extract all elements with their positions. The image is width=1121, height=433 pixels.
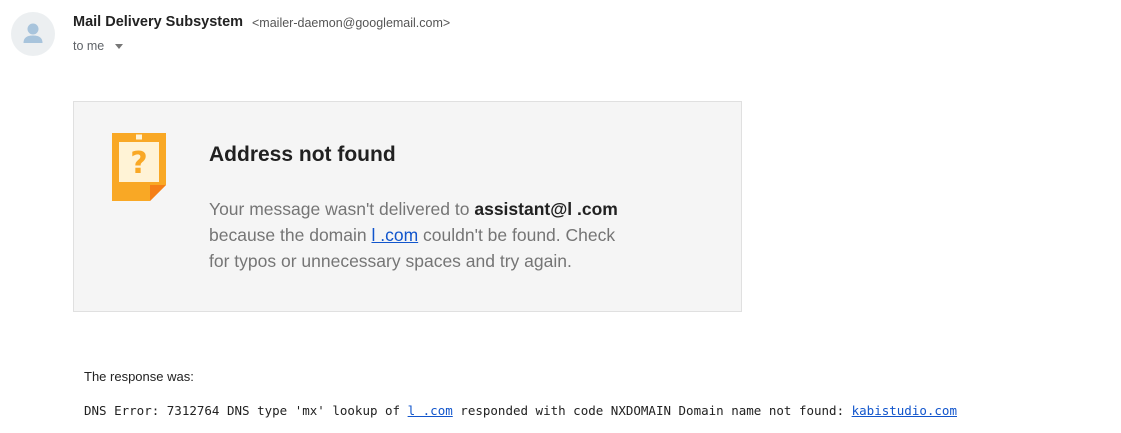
notice-title: Address not found: [209, 143, 396, 166]
domain-link[interactable]: l .com: [371, 225, 418, 245]
notice-line-1-text: Your message wasn't delivered to: [209, 199, 475, 219]
response-label: The response was:: [84, 369, 194, 384]
notice-body: Your message wasn't delivered to assista…: [209, 196, 709, 274]
dns-error-prefix: DNS Error: 7312764 DNS type 'mx' lookup …: [84, 403, 408, 418]
recipient-address: assistant@l .com: [474, 199, 618, 219]
recipient-label: to me: [73, 39, 105, 53]
dns-not-found-link[interactable]: kabistudio.com: [852, 403, 957, 418]
person-icon: [23, 23, 43, 43]
chevron-down-icon[interactable]: [115, 44, 123, 49]
dns-domain-link[interactable]: l .com: [408, 403, 453, 418]
notice-line-2: because the domain l .com couldn't be fo…: [209, 222, 709, 248]
question-note-icon: ?: [112, 133, 166, 201]
dns-error-line: DNS Error: 7312764 DNS type 'mx' lookup …: [84, 403, 957, 418]
dns-error-middle: responded with code NXDOMAIN Domain name…: [452, 403, 852, 418]
notice-line-2-text: because the domain: [209, 225, 372, 245]
sender-name[interactable]: Mail Delivery Subsystem: [73, 14, 243, 30]
notice-line-1: Your message wasn't delivered to assista…: [209, 196, 709, 222]
sender-email: <mailer-daemon@googlemail.com>: [252, 16, 451, 30]
svg-text:?: ?: [130, 146, 147, 181]
notice-line-3: for typos or unnecessary spaces and try …: [209, 251, 572, 271]
avatar[interactable]: [11, 12, 55, 56]
notice-line-2-suffix: couldn't be found. Check: [418, 225, 616, 245]
bounce-notice-card: ? Address not found Your message wasn't …: [73, 101, 742, 312]
